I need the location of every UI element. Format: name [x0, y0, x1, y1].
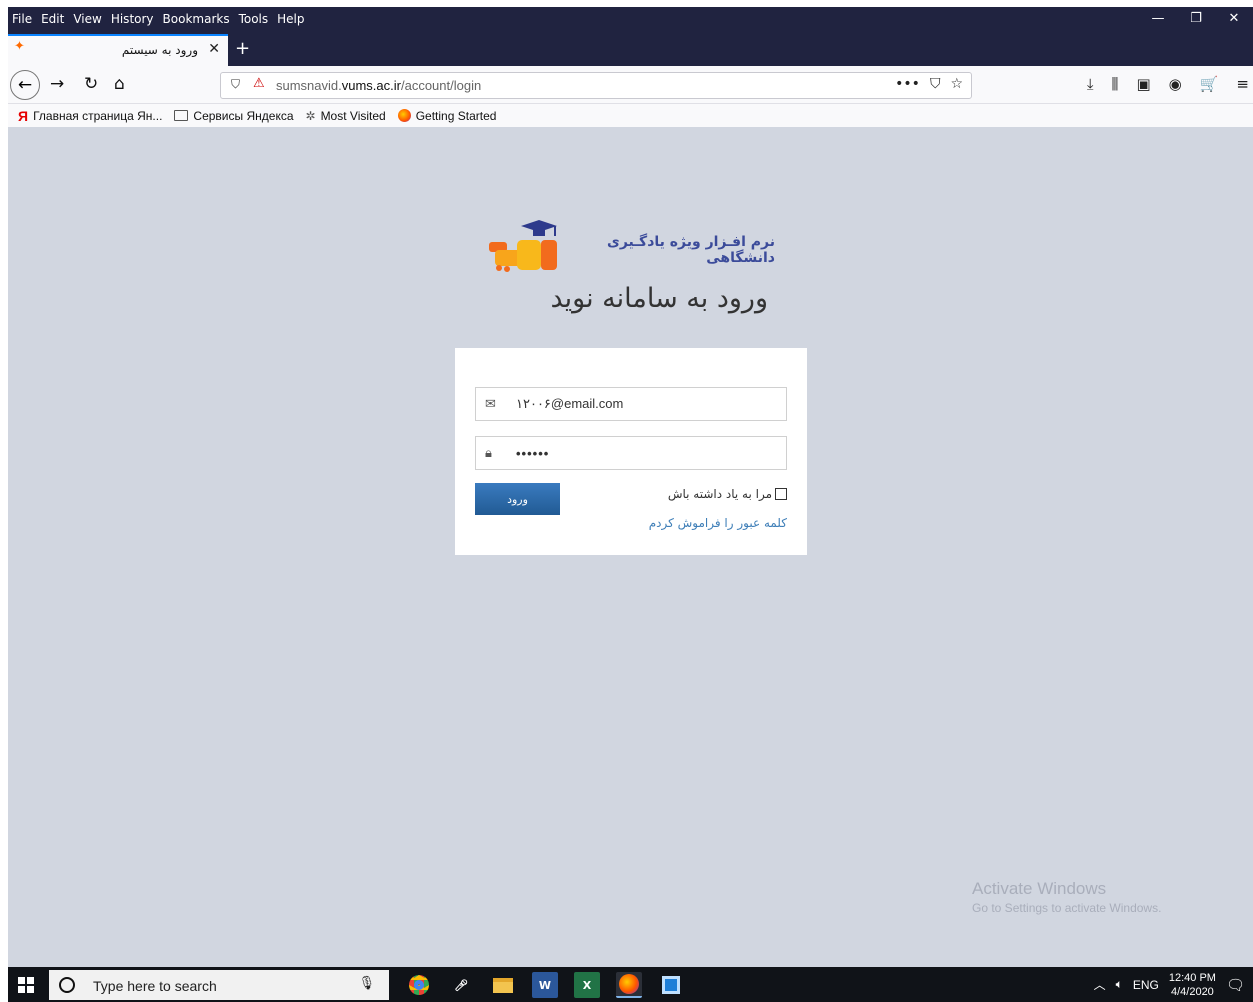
- tracking-shield-icon[interactable]: ⛉: [231, 77, 240, 92]
- url-path: /account/login: [400, 78, 482, 93]
- downloads-icon[interactable]: ⤓: [1087, 75, 1094, 93]
- reload-button[interactable]: ↻: [84, 74, 98, 94]
- password-input[interactable]: [516, 437, 781, 469]
- account-icon[interactable]: ◉: [1169, 75, 1182, 93]
- taskbar-search[interactable]: Type here to search 🎙︎: [49, 970, 389, 1000]
- logo-tagline: نرم افـزار ویژه یادگـیری دانشگاهی: [607, 234, 775, 266]
- envelope-icon: ✉: [485, 397, 496, 412]
- bookmarks-bar: Я Главная страница Ян... Сервисы Яндекса…: [8, 104, 1253, 127]
- volume-icon[interactable]: 🔈︎: [1116, 977, 1123, 992]
- bookmark-yandex-home[interactable]: Я Главная страница Ян...: [18, 108, 162, 124]
- watermark-subtitle: Go to Settings to activate Windows.: [972, 901, 1162, 915]
- watermark-title: Activate Windows: [972, 879, 1107, 898]
- navid-logo-mark-icon: [489, 220, 557, 272]
- email-input[interactable]: [516, 388, 781, 420]
- bookmark-label: Most Visited: [320, 108, 386, 123]
- back-button[interactable]: ←: [10, 70, 40, 100]
- login-button[interactable]: ورود: [475, 483, 560, 515]
- voice-recorder-icon[interactable]: 🎤︎: [448, 972, 474, 998]
- remember-me-checkbox[interactable]: [775, 488, 787, 500]
- bookmark-most-visited[interactable]: ✲ Most Visited: [306, 109, 386, 123]
- excel-icon[interactable]: X: [574, 972, 600, 998]
- search-placeholder: Type here to search: [93, 978, 217, 994]
- folder-icon: [174, 110, 189, 121]
- library-icon[interactable]: ⫼: [1112, 75, 1119, 93]
- lock-icon: 🔒︎: [485, 446, 492, 461]
- tab-close-icon[interactable]: ✕: [208, 41, 220, 57]
- yandex-icon: Я: [18, 107, 29, 124]
- url-text[interactable]: sumsnavid.vums.ac.ir/account/login: [276, 78, 481, 93]
- page-content: نرم افـزار ویژه یادگـیری دانشگاهی ورود ب…: [8, 127, 1253, 967]
- page-actions: ••• ⛉ ☆: [895, 76, 963, 92]
- cortana-icon: [59, 977, 75, 993]
- toolbar-right: ⤓ ⫼ ▣ ◉ 🛒 ≡: [1087, 75, 1249, 93]
- language-indicator[interactable]: ENG: [1133, 978, 1159, 992]
- forgot-password-link[interactable]: کلمه عبور را فراموش کردم: [649, 516, 787, 530]
- clock-date: 4/4/2020: [1170, 985, 1214, 998]
- remember-me-label: مرا به یاد داشته باش: [667, 487, 772, 501]
- bookmark-getting-started[interactable]: Getting Started: [397, 108, 497, 123]
- navid-logo: نرم افـزار ویژه یادگـیری دانشگاهی: [485, 212, 775, 276]
- media-app-icon[interactable]: [658, 972, 684, 998]
- page-actions-menu-icon[interactable]: •••: [895, 76, 920, 92]
- navigation-bar: ← → ↻ ⌂ ⛉ ⚠ sumsnavid.vums.ac.ir/account…: [8, 66, 1253, 104]
- menu-help[interactable]: Help: [277, 12, 304, 26]
- bookmark-label: Сервисы Яндекса: [193, 108, 294, 123]
- chrome-icon[interactable]: [406, 972, 432, 998]
- clock-time: 12:40 PM: [1168, 971, 1216, 984]
- close-window-button[interactable]: ✕: [1215, 7, 1253, 30]
- restore-button[interactable]: ❐: [1177, 7, 1215, 30]
- tab-bar: ✦ ورود به سیستم ✕ +: [8, 30, 1253, 66]
- taskbar: Type here to search 🎙︎ 🎤︎ W X ︿ 🔈︎ ENG 1…: [8, 967, 1253, 1002]
- menu-view[interactable]: View: [73, 12, 101, 26]
- home-button[interactable]: ⌂: [114, 74, 125, 94]
- login-form: ✉ 🔒︎ ورود مرا به یاد داشته باش کلمه عبور…: [455, 348, 807, 555]
- menu-edit[interactable]: Edit: [41, 12, 64, 26]
- bookmark-label: Getting Started: [415, 108, 497, 123]
- gear-icon: ✲: [305, 108, 316, 123]
- password-field[interactable]: 🔒︎: [475, 436, 787, 470]
- windows-start-icon[interactable]: [18, 977, 34, 993]
- clock[interactable]: 12:40 PM 4/4/2020: [1169, 971, 1216, 999]
- window-controls: — ❐ ✕: [1139, 7, 1253, 30]
- microphone-icon[interactable]: 🎙︎: [358, 976, 375, 991]
- hamburger-menu-icon[interactable]: ≡: [1236, 75, 1249, 93]
- tray-chevron-icon[interactable]: ︿: [1094, 976, 1106, 993]
- bookmark-star-icon[interactable]: ☆: [950, 76, 963, 92]
- bookmark-yandex-services[interactable]: Сервисы Яндекса: [174, 108, 294, 123]
- word-icon[interactable]: W: [532, 972, 558, 998]
- forward-button[interactable]: →: [50, 74, 64, 94]
- cart-icon[interactable]: 🛒: [1200, 75, 1219, 93]
- minimize-button[interactable]: —: [1139, 7, 1177, 30]
- url-domain: vums.ac.ir: [341, 78, 401, 93]
- url-host: sumsnavid.: [276, 78, 342, 93]
- address-bar[interactable]: ⛉ ⚠ sumsnavid.vums.ac.ir/account/login •…: [220, 72, 972, 99]
- firefox-icon: [397, 109, 411, 122]
- page-title: ورود به سامانه نوید: [550, 283, 768, 314]
- pocket-icon[interactable]: ⛉: [930, 76, 941, 92]
- bookmark-label: Главная страница Ян...: [33, 108, 163, 123]
- menu-bookmarks[interactable]: Bookmarks: [163, 12, 230, 26]
- menu-bar: File Edit View History Bookmarks Tools H…: [8, 7, 1253, 30]
- screen: File Edit View History Bookmarks Tools H…: [0, 0, 1253, 1002]
- email-field[interactable]: ✉: [475, 387, 787, 421]
- firefox-taskbar-icon[interactable]: [616, 972, 642, 998]
- system-tray: ︿ 🔈︎ ENG 12:40 PM 4/4/2020 🗨︎: [1094, 967, 1245, 1002]
- menu-tools[interactable]: Tools: [239, 12, 269, 26]
- back-arrow-icon: ←: [17, 75, 33, 95]
- new-tab-button[interactable]: +: [235, 38, 250, 59]
- menu-items: File Edit View History Bookmarks Tools H…: [8, 12, 305, 26]
- activate-windows-watermark: Activate Windows Go to Settings to activ…: [972, 879, 1161, 915]
- file-explorer-icon[interactable]: [490, 972, 516, 998]
- remember-me[interactable]: مرا به یاد داشته باش: [668, 487, 787, 501]
- tab-title: ورود به سیستم: [121, 43, 198, 57]
- site-favicon-icon: ✦: [14, 39, 25, 54]
- sidebar-icon[interactable]: ▣: [1136, 75, 1150, 93]
- insecure-lock-icon[interactable]: ⚠: [253, 76, 265, 91]
- taskbar-apps: 🎤︎ W X: [406, 972, 684, 998]
- notifications-icon[interactable]: 🗨︎: [1226, 976, 1245, 994]
- tab-login[interactable]: ✦ ورود به سیستم ✕: [8, 34, 228, 66]
- menu-file[interactable]: File: [12, 12, 32, 26]
- menu-history[interactable]: History: [111, 12, 154, 26]
